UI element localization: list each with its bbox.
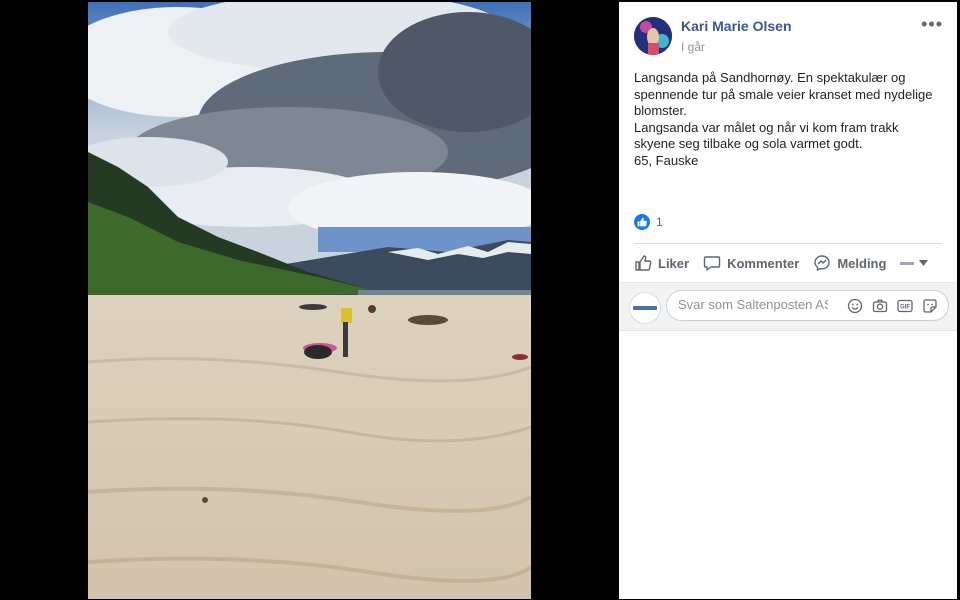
reactions-summary[interactable]: 1 (634, 213, 663, 231)
share-as-dropdown[interactable] (900, 260, 934, 266)
post-timestamp[interactable]: I går (681, 40, 705, 54)
post-panel: Kari Marie Olsen I går ••• Langsanda på … (619, 2, 957, 599)
reaction-count: 1 (656, 215, 663, 229)
post-text-line: skyene seg tilbake og sola varmet godt. (634, 136, 863, 151)
divider (634, 243, 942, 244)
comment-label: Kommenter (727, 255, 800, 271)
post-photo[interactable] (88, 2, 531, 599)
comment-button[interactable]: Kommenter (703, 254, 799, 272)
comment-field[interactable]: GIF (666, 290, 949, 321)
post-text-line: Langsanda var målet og når vi kom fram t… (634, 119, 899, 135)
camera-icon[interactable] (872, 298, 888, 314)
post-text-line: spennende tur på smale veier kranset med… (634, 86, 933, 102)
post-header: Kari Marie Olsen I går ••• (619, 2, 957, 64)
chevron-down-icon (919, 260, 929, 266)
page-identity-icon (900, 261, 915, 265)
post-actions: Liker Kommenter Melding (634, 248, 942, 278)
svg-text:GIF: GIF (900, 305, 910, 311)
like-button[interactable]: Liker (634, 254, 689, 272)
message-button[interactable]: Melding (813, 254, 886, 272)
beach-photo-image (88, 2, 531, 599)
thumbs-up-icon (635, 255, 652, 271)
comment-composer: GIF (619, 282, 957, 331)
gif-icon[interactable]: GIF (897, 298, 913, 314)
post-text-line: 65, Fauske (634, 152, 699, 168)
like-label: Liker (658, 255, 690, 271)
sticker-icon[interactable] (922, 298, 938, 314)
page-avatar[interactable] (629, 292, 661, 324)
post-text-line: blomster. (634, 103, 687, 118)
author-name[interactable]: Kari Marie Olsen (681, 18, 792, 34)
emoji-icon[interactable] (847, 298, 863, 314)
more-options-icon[interactable]: ••• (921, 14, 943, 35)
photo-viewer (0, 0, 618, 600)
post-text-line: Langsanda på Sandhornøy. En spektakulær … (634, 70, 906, 85)
comment-input[interactable] (678, 297, 828, 312)
comment-tools: GIF (847, 298, 938, 314)
post-text: Langsanda på Sandhornøy. En spektakulær … (634, 70, 949, 169)
message-label: Melding (837, 255, 887, 271)
messenger-icon (814, 255, 831, 272)
comment-icon (703, 256, 721, 271)
author-avatar[interactable] (634, 17, 672, 55)
like-reaction-icon (634, 214, 650, 230)
